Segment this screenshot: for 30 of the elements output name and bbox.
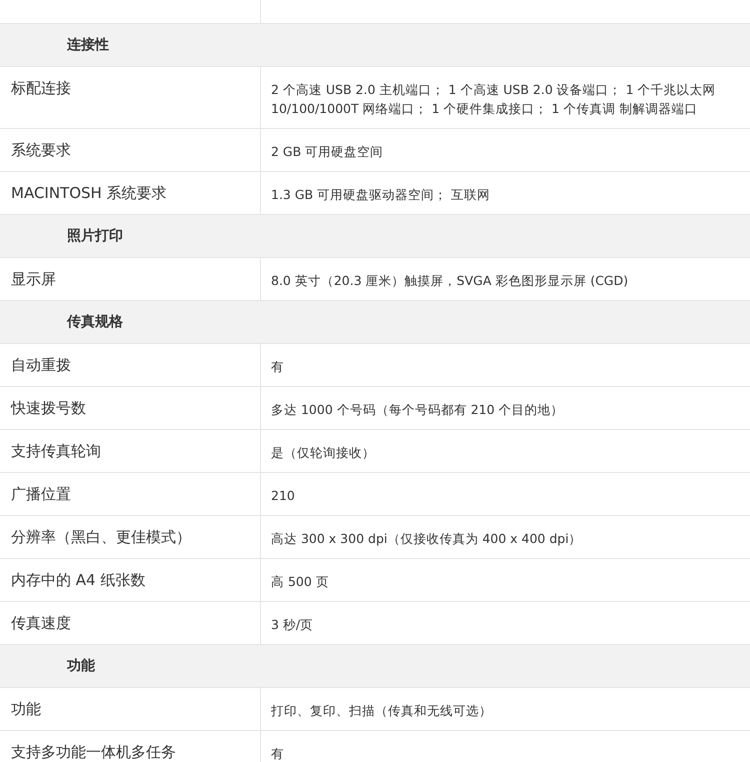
spec-value: 3 秒/页	[271, 616, 314, 634]
spec-value: 多达 1000 个号码（每个号码都有 210 个目的地）	[271, 401, 565, 419]
section-title: 传真规格	[67, 313, 123, 331]
section-title: 功能	[67, 657, 95, 675]
spec-value: 2 GB 可用硬盘空间	[271, 143, 384, 161]
spec-value: 2 个高速 USB 2.0 主机端口； 1 个高速 USB 2.0 设备端口； 1 个千兆以太网 10/100/1000T 网络端口； 1 个硬件集成接口； 1 个传真调 制解调器端口	[271, 81, 717, 118]
spec-value: 1.3 GB 可用硬盘驱动器空间； 互联网	[271, 186, 492, 204]
spec-value: 有	[271, 358, 285, 376]
spec-label: 分辨率（黑白、更佳模式）	[11, 528, 191, 546]
spec-label: 标配连接	[11, 79, 71, 97]
spec-value: 打印、复印、扫描（传真和无线可选）	[271, 702, 493, 720]
spec-value: 是（仅轮询接收）	[271, 444, 376, 462]
spec-label: 传真速度	[11, 614, 71, 632]
spec-label: 显示屏	[11, 270, 56, 288]
spec-label: 支持多功能一体机多任务	[11, 743, 176, 761]
section-title: 连接性	[67, 36, 109, 54]
spec-label: MACINTOSH 系统要求	[11, 184, 167, 202]
spec-label: 广播位置	[11, 485, 71, 503]
section-title: 照片打印	[67, 227, 123, 245]
spec-label: 内存中的 A4 纸张数	[11, 571, 146, 589]
spec-label: 快速拨号数	[11, 399, 86, 417]
spec-value: 高 500 页	[271, 573, 330, 591]
spec-value: 210	[271, 487, 296, 505]
spec-label: 自动重拨	[11, 356, 71, 374]
spec-value: 有	[271, 745, 285, 762]
spec-value: 高达 300 x 300 dpi（仅接收传真为 400 x 400 dpi）	[271, 530, 583, 548]
spec-label: 功能	[11, 700, 41, 718]
spec-label: 系统要求	[11, 141, 71, 159]
spec-label: 支持传真轮询	[11, 442, 101, 460]
spec-value: 8.0 英寸（20.3 厘米）触摸屏，SVGA 彩色图形显示屏 (CGD)	[271, 272, 630, 290]
